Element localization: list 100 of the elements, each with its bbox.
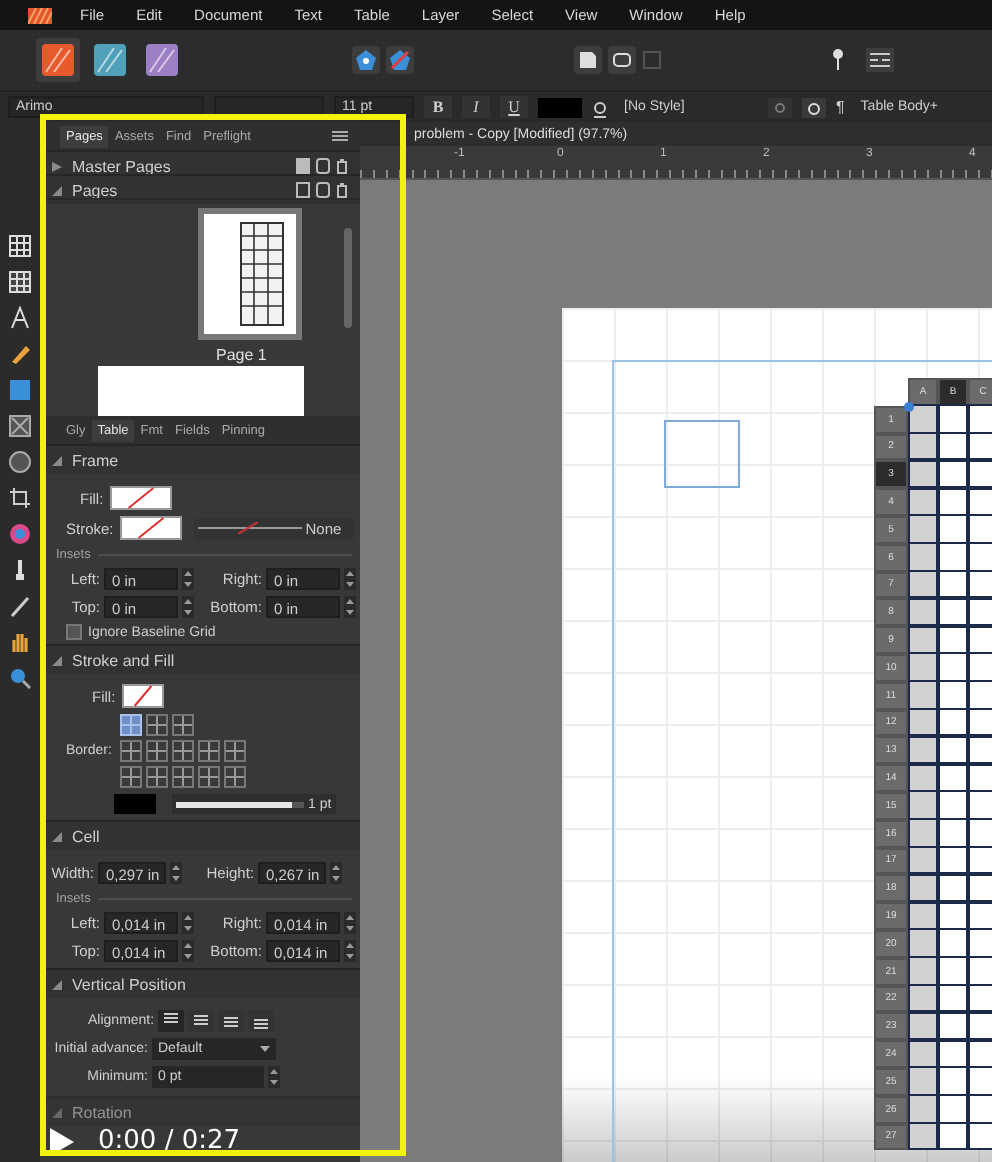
- border-preset-icon[interactable]: [198, 740, 220, 762]
- spinner-icon[interactable]: [344, 568, 356, 590]
- stripes-icon: [42, 44, 74, 76]
- text-style-button[interactable]: I: [462, 96, 490, 118]
- section-title: Stroke and Fill: [72, 651, 175, 669]
- expanded-arrow-icon[interactable]: [52, 455, 62, 465]
- section-title: Vertical Position: [72, 975, 186, 993]
- alignment-icon[interactable]: [158, 1010, 185, 1032]
- spinner-icon[interactable]: [182, 940, 194, 962]
- expanded-arrow-icon[interactable]: [52, 185, 62, 195]
- table-cell[interactable]: [907, 432, 938, 461]
- text-style-button[interactable]: U: [500, 96, 528, 118]
- border-preset-icon[interactable]: [120, 766, 142, 788]
- table-cell[interactable]: [907, 570, 938, 599]
- character-style-icon: [592, 97, 608, 117]
- collapsed-arrow-icon[interactable]: [52, 161, 62, 171]
- page-thumbnail[interactable]: [198, 208, 302, 340]
- table-cell[interactable]: [907, 846, 938, 875]
- pen-icon[interactable]: [8, 342, 32, 366]
- border-preset-icon[interactable]: [146, 740, 168, 762]
- border-preset-icon[interactable]: [146, 714, 168, 736]
- spinner-icon[interactable]: [170, 862, 182, 884]
- pentagon-icon[interactable]: [352, 46, 380, 74]
- table-cell[interactable]: [937, 984, 968, 1013]
- slider-fill[interactable]: [176, 801, 292, 807]
- character-icon[interactable]: [802, 97, 826, 117]
- table-cell[interactable]: [907, 708, 938, 737]
- table-cell[interactable]: [967, 984, 992, 1013]
- app-logo-icon[interactable]: [28, 7, 52, 23]
- border-preset-icon[interactable]: [172, 714, 194, 736]
- selection-handle[interactable]: [904, 402, 914, 412]
- spinner-icon[interactable]: [344, 940, 356, 962]
- spinner-icon[interactable]: [182, 596, 194, 618]
- table-cell[interactable]: [967, 1122, 992, 1151]
- table-cell[interactable]: [967, 570, 992, 599]
- border-preset-icon[interactable]: [172, 740, 194, 762]
- table-icon[interactable]: [8, 234, 32, 258]
- table-cell[interactable]: [937, 846, 968, 875]
- table-cell[interactable]: [967, 432, 992, 461]
- table-cell[interactable]: [937, 1122, 968, 1151]
- table-cell[interactable]: [907, 984, 938, 1013]
- stripes-icon: [146, 44, 178, 76]
- expanded-arrow-icon[interactable]: [52, 979, 62, 989]
- border-preset-icon[interactable]: [146, 766, 168, 788]
- menu-icon[interactable]: [332, 130, 348, 142]
- spinner-icon[interactable]: [344, 912, 356, 934]
- checkbox[interactable]: [66, 624, 82, 640]
- spinner-icon[interactable]: [182, 912, 194, 934]
- video-time: 0:00 / 0:27: [98, 1126, 241, 1156]
- trash-icon[interactable]: [336, 182, 348, 198]
- persona-button[interactable]: [140, 38, 184, 82]
- spinner-icon[interactable]: [330, 862, 342, 884]
- table-cell[interactable]: [937, 708, 968, 737]
- no-color-swatch[interactable]: [121, 684, 164, 708]
- border-preset-icon[interactable]: [120, 740, 142, 762]
- table-cell[interactable]: [937, 570, 968, 599]
- magnifier-icon[interactable]: [8, 666, 32, 690]
- pilcrow-button[interactable]: ¶: [836, 98, 845, 116]
- table-cell[interactable]: [967, 708, 992, 737]
- play-icon[interactable]: [50, 1127, 74, 1155]
- table-cell[interactable]: [937, 432, 968, 461]
- clear-style-icon[interactable]: [768, 97, 792, 117]
- border-preset-icon[interactable]: [224, 766, 246, 788]
- rectangle-icon[interactable]: [8, 378, 32, 402]
- section-title: Master Pages: [72, 157, 171, 175]
- spinner-icon[interactable]: [344, 596, 356, 618]
- border-preset-icon[interactable]: [198, 766, 220, 788]
- border-preset-icon[interactable]: [224, 740, 246, 762]
- expanded-arrow-icon[interactable]: [52, 655, 62, 665]
- table-cell[interactable]: [967, 846, 992, 875]
- border-preset-icon[interactable]: [172, 766, 194, 788]
- circle-icon[interactable]: [8, 450, 32, 474]
- expanded-arrow-icon[interactable]: [52, 831, 62, 841]
- stroke-color-swatch[interactable]: [114, 794, 156, 814]
- trash-icon[interactable]: [336, 158, 348, 174]
- section-title: Frame: [72, 451, 119, 469]
- text-wrap-icon[interactable]: [866, 48, 894, 72]
- color-wheel-icon[interactable]: [8, 522, 32, 546]
- persona-button[interactable]: [88, 38, 132, 82]
- frame-icon[interactable]: [608, 46, 636, 74]
- table-preview-icon: [240, 222, 284, 326]
- no-color-swatch[interactable]: [119, 516, 182, 540]
- pencil-icon[interactable]: [8, 594, 32, 618]
- text-color-swatch[interactable]: [538, 97, 582, 117]
- stripes-icon: [94, 44, 126, 76]
- page-thumbnail[interactable]: [98, 366, 304, 416]
- crop-icon[interactable]: [8, 486, 32, 510]
- table-icon[interactable]: [8, 270, 32, 294]
- spinner-icon[interactable]: [268, 1066, 280, 1088]
- letter-icon[interactable]: [8, 306, 32, 330]
- section-title: Cell: [72, 827, 100, 845]
- section-title: Rotation: [72, 1103, 132, 1121]
- page-icon[interactable]: [574, 46, 602, 74]
- scrollbar[interactable]: [344, 228, 352, 328]
- persona-button[interactable]: [36, 38, 80, 82]
- table-cell[interactable]: [907, 1122, 938, 1151]
- text-style-button[interactable]: B: [424, 96, 452, 118]
- spinner-icon[interactable]: [182, 568, 194, 590]
- no-color-swatch[interactable]: [109, 486, 172, 510]
- picture-frame-icon[interactable]: [8, 414, 32, 438]
